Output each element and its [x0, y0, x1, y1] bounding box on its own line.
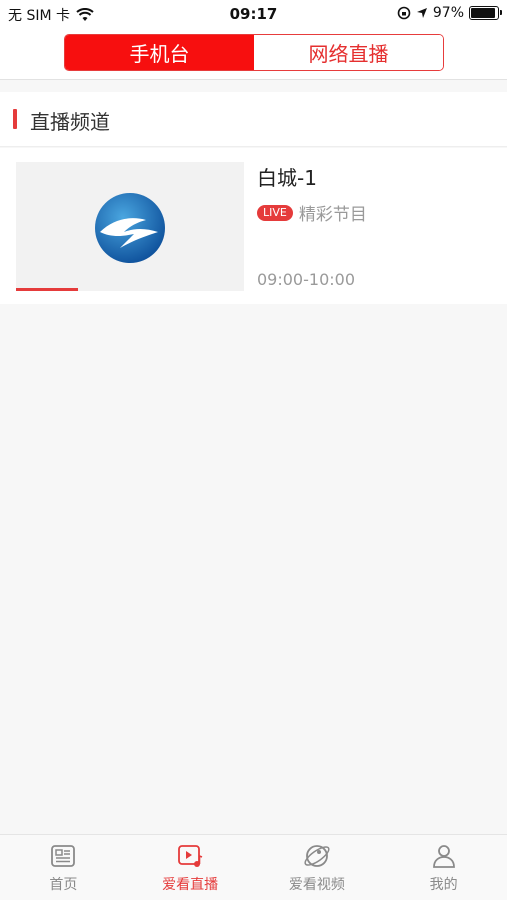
top-header: 手机台 网络直播	[0, 28, 507, 80]
live-row: LIVE 精彩节目	[257, 200, 367, 225]
tab-mobile-station[interactable]: 手机台	[65, 35, 254, 70]
bottom-tab-bar: 首页 爱看直播 爱看视频 我的	[0, 834, 507, 900]
user-icon	[432, 844, 455, 868]
program-progress-bar	[16, 288, 78, 291]
battery-percent: 97%	[432, 5, 464, 21]
channel-card[interactable]: 白城-1 LIVE 精彩节目 09:00-10:00	[0, 148, 507, 304]
planet-icon	[304, 844, 330, 867]
status-right: 97%	[397, 5, 502, 21]
tab-videos[interactable]: 爱看视频	[254, 835, 381, 900]
tab-me-label: 我的	[429, 876, 458, 893]
battery-icon	[469, 6, 502, 20]
battery-fill	[471, 8, 495, 18]
tab-live-label: 爱看直播	[162, 876, 219, 893]
channel-logo-icon	[95, 193, 165, 263]
rotation-lock-icon	[397, 6, 411, 20]
section-accent-bar	[13, 109, 17, 129]
segmented-control: 手机台 网络直播	[64, 34, 444, 71]
tab-me[interactable]: 我的	[380, 835, 507, 900]
tab-live[interactable]: 爱看直播	[127, 835, 254, 900]
channel-name[interactable]: 白城-1	[257, 162, 317, 191]
program-time: 09:00-10:00	[257, 270, 355, 289]
section-header: 直播频道	[0, 92, 507, 147]
location-icon	[416, 8, 427, 18]
tab-home[interactable]: 首页	[0, 835, 127, 900]
news-icon	[51, 844, 76, 867]
tab-web-live[interactable]: 网络直播	[254, 35, 443, 70]
status-bar: 无 SIM 卡 09:17 97%	[0, 0, 507, 28]
live-badge: LIVE	[257, 204, 293, 221]
tab-home-label: 首页	[49, 876, 78, 893]
program-title: 精彩节目	[298, 205, 367, 225]
section-title: 直播频道	[30, 110, 110, 134]
live-video-icon	[178, 844, 203, 867]
tab-videos-label: 爱看视频	[288, 876, 345, 893]
channel-thumbnail[interactable]	[16, 162, 244, 291]
